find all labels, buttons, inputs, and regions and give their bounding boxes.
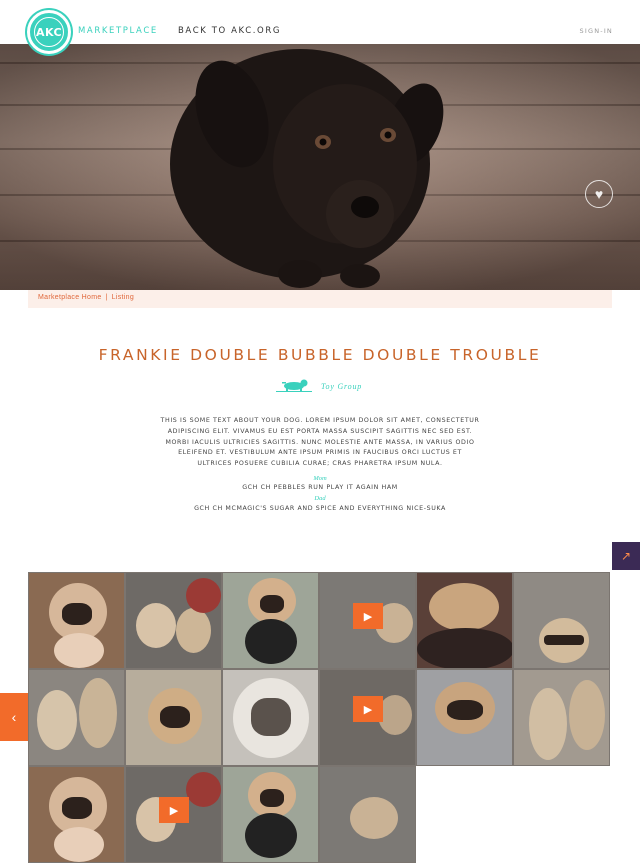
photo-gallery: ▶ ▶ ▶: [28, 572, 613, 864]
gallery-tile[interactable]: [222, 766, 319, 863]
gallery-tile[interactable]: [513, 669, 610, 766]
signin-link[interactable]: SIGN-IN: [580, 27, 613, 35]
nav-back-to-akc-link[interactable]: BACK TO AKC.ORG: [178, 26, 281, 36]
share-button[interactable]: ↗: [612, 542, 640, 570]
logo-text: AKC: [34, 17, 64, 47]
akc-logo[interactable]: AKC: [27, 10, 71, 54]
gallery-prev-button[interactable]: ‹: [0, 693, 28, 741]
breadcrumb-separator: |: [105, 294, 108, 301]
puppy-photo: [0, 44, 640, 290]
share-icon: ↗: [620, 549, 632, 563]
breadcrumb: Marketplace Home | Listing: [28, 290, 612, 308]
listing-title: FRANKIE DOUBLE BUBBLE DOUBLE TROUBLE: [98, 346, 542, 364]
video-play-button[interactable]: ▶: [353, 696, 383, 722]
gallery-tile[interactable]: [28, 572, 125, 669]
gallery-tile[interactable]: ▶: [319, 572, 416, 669]
gallery-tile[interactable]: [125, 669, 222, 766]
gallery-tile[interactable]: [28, 766, 125, 863]
gallery-tile[interactable]: [416, 669, 513, 766]
gallery-tile[interactable]: [416, 572, 513, 669]
dad-name: GCH CH MCMAGIC'S SUGAR AND SPICE AND EVE…: [194, 505, 446, 512]
listing-description: THIS IS SOME TEXT ABOUT YOUR DOG. LOREM …: [160, 417, 480, 468]
play-icon: ▶: [363, 703, 373, 716]
chevron-left-icon: ‹: [11, 709, 17, 725]
video-play-button[interactable]: ▶: [159, 797, 189, 823]
group-row: Toy Group: [0, 377, 640, 395]
breadcrumb-home-link[interactable]: Marketplace Home: [38, 294, 102, 301]
gallery-tile[interactable]: [28, 669, 125, 766]
site-header: AKC MARKETPLACE BACK TO AKC.ORG SIGN-IN: [0, 0, 640, 54]
group-label: Toy Group: [321, 382, 363, 391]
gallery-tile[interactable]: ▶: [319, 669, 416, 766]
mom-label: Mom: [313, 475, 327, 482]
play-icon: ▶: [363, 610, 373, 623]
gallery-tile[interactable]: [222, 669, 319, 766]
dog-breed-icon: [276, 379, 312, 392]
video-play-button[interactable]: ▶: [353, 603, 383, 629]
gallery-tile[interactable]: [125, 572, 222, 669]
nav-marketplace-link[interactable]: MARKETPLACE: [78, 26, 158, 36]
favorite-heart-button[interactable]: ♥: [585, 180, 613, 208]
breadcrumb-current: Listing: [111, 294, 135, 301]
hero-image: ♥: [0, 44, 640, 290]
dad-label: Dad: [314, 495, 326, 502]
gallery-tile[interactable]: [222, 572, 319, 669]
play-icon: ▶: [169, 804, 179, 817]
mom-name: GCH CH PEBBLES RUN PLAY IT AGAIN HAM: [242, 484, 398, 491]
heart-icon: ♥: [594, 186, 604, 202]
gallery-tile[interactable]: ▶: [125, 766, 222, 863]
gallery-tile[interactable]: [513, 572, 610, 669]
gallery-tile[interactable]: [319, 766, 416, 863]
